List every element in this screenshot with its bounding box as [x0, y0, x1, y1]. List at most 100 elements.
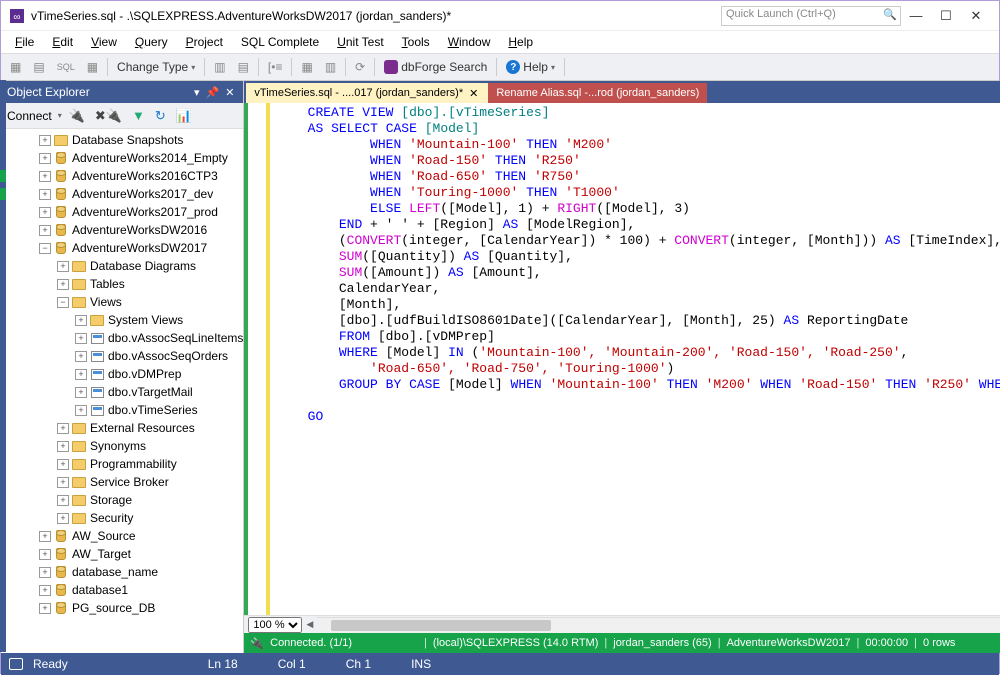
maximize-button[interactable]: ☐	[931, 8, 961, 24]
tb-btn-8[interactable]: ▥	[320, 58, 341, 76]
tree-item-snapshots[interactable]: +Database Snapshots	[1, 131, 243, 149]
tree-item-db[interactable]: +AdventureWorks2016CTP3	[1, 167, 243, 185]
sql-editor[interactable]: CREATE VIEW [dbo].[vTimeSeries] AS SELEC…	[244, 103, 1000, 615]
tb-btn-3[interactable]: ▦	[82, 58, 103, 76]
expand-icon[interactable]: +	[39, 585, 51, 596]
collapse-icon[interactable]: −	[39, 243, 51, 254]
expand-icon[interactable]: +	[39, 549, 51, 560]
tree-item-view[interactable]: +dbo.vTimeSeries	[1, 401, 243, 419]
tree-item-db[interactable]: +database_name	[1, 563, 243, 581]
expand-icon[interactable]: +	[57, 279, 69, 290]
panel-pin-icon[interactable]: 📌	[203, 86, 223, 99]
menu-file[interactable]: File	[7, 33, 42, 51]
tree-item-db[interactable]: +AW_Target	[1, 545, 243, 563]
tab-inactive[interactable]: Rename Alias.sql -...rod (jordan_sanders…	[488, 83, 707, 103]
expand-icon[interactable]: +	[75, 351, 87, 362]
expand-icon[interactable]: +	[39, 207, 51, 218]
tree-item-views[interactable]: −Views	[1, 293, 243, 311]
expand-icon[interactable]: +	[39, 171, 51, 182]
expand-icon[interactable]: +	[75, 405, 87, 416]
expand-icon[interactable]: +	[57, 513, 69, 524]
tree-item-view[interactable]: +dbo.vTargetMail	[1, 383, 243, 401]
expand-icon[interactable]: +	[75, 369, 87, 380]
menu-help[interactable]: Help	[500, 33, 541, 51]
expand-icon[interactable]: +	[39, 531, 51, 542]
expand-icon[interactable]: +	[39, 225, 51, 236]
menu-unittest[interactable]: Unit Test	[329, 33, 391, 51]
menu-query[interactable]: Query	[127, 33, 176, 51]
tb-btn-1[interactable]: ▦	[5, 58, 26, 76]
expand-icon[interactable]: +	[75, 333, 87, 344]
tb-btn-5[interactable]: ▤	[233, 58, 254, 76]
collapse-icon[interactable]: −	[57, 297, 69, 308]
expand-icon[interactable]: +	[39, 603, 51, 614]
tree-item-db[interactable]: +AdventureWorks2017_dev	[1, 185, 243, 203]
tb-btn-6[interactable]: [•≡	[263, 58, 288, 76]
connect-activity-icon[interactable]: 📊	[173, 106, 195, 126]
menu-project[interactable]: Project	[178, 33, 231, 51]
expand-icon[interactable]: +	[39, 189, 51, 200]
tree-item[interactable]: +Programmability	[1, 455, 243, 473]
expand-icon[interactable]: +	[57, 495, 69, 506]
chevron-left-icon[interactable]: ◀	[306, 619, 313, 630]
expand-icon[interactable]: +	[57, 423, 69, 434]
tree-item-db-expanded[interactable]: −AdventureWorksDW2017	[1, 239, 243, 257]
tree-item-db[interactable]: +AdventureWorksDW2016	[1, 221, 243, 239]
menu-window[interactable]: Window	[440, 33, 499, 51]
expand-icon[interactable]: +	[39, 153, 51, 164]
tree-item-db[interactable]: +database1	[1, 581, 243, 599]
tree-item[interactable]: +Service Broker	[1, 473, 243, 491]
database-icon	[56, 206, 66, 218]
tree-item-view[interactable]: +dbo.vAssocSeqLineItems	[1, 329, 243, 347]
menu-view[interactable]: View	[83, 33, 125, 51]
connect-label[interactable]: Connect	[5, 107, 54, 125]
tb-btn-4[interactable]: ▥	[209, 58, 230, 76]
help-dropdown[interactable]: ? Help ▾	[501, 58, 560, 76]
expand-icon[interactable]: +	[75, 315, 87, 326]
tree-item-view[interactable]: +dbo.vDMPrep	[1, 365, 243, 383]
statusbar: Ready Ln 18 Col 1 Ch 1 INS	[1, 653, 999, 675]
tree-item[interactable]: +Security	[1, 509, 243, 527]
expand-icon[interactable]: +	[57, 441, 69, 452]
expand-icon[interactable]: +	[39, 567, 51, 578]
tab-active[interactable]: vTimeSeries.sql - ....017 (jordan_sander…	[246, 83, 488, 103]
panel-dropdown-icon[interactable]: ▾	[191, 86, 203, 99]
expand-icon[interactable]: +	[57, 477, 69, 488]
horizontal-scrollbar[interactable]	[317, 617, 1000, 633]
tree-item-db[interactable]: +AdventureWorks2014_Empty	[1, 149, 243, 167]
tree-item-view[interactable]: +dbo.vAssocSeqOrders	[1, 347, 243, 365]
tree-item[interactable]: +External Resources	[1, 419, 243, 437]
zoom-select[interactable]: 100 %	[248, 617, 302, 633]
connect-disconnect-icon[interactable]: ✖🔌	[92, 106, 125, 126]
connect-filter2-icon[interactable]: ▼	[129, 106, 148, 125]
tree-item[interactable]: +Storage	[1, 491, 243, 509]
change-type-dropdown[interactable]: Change Type ▾	[112, 58, 200, 76]
expand-icon[interactable]: +	[57, 261, 69, 272]
menu-sqlcomplete[interactable]: SQL Complete	[233, 33, 327, 51]
object-explorer-tree[interactable]: +Database Snapshots +AdventureWorks2014_…	[1, 129, 243, 653]
tb-sql-icon[interactable]: SQL	[52, 60, 80, 74]
tree-item[interactable]: +Tables	[1, 275, 243, 293]
connect-refresh-icon[interactable]: ↻	[152, 106, 169, 126]
tb-btn-7[interactable]: ▦	[296, 58, 317, 76]
menu-tools[interactable]: Tools	[394, 33, 438, 51]
connect-filter-icon[interactable]: 🔌	[66, 106, 88, 126]
tree-item[interactable]: +Synonyms	[1, 437, 243, 455]
tab-close-icon[interactable]: ✕	[467, 87, 480, 100]
tree-item-db[interactable]: +AW_Source	[1, 527, 243, 545]
expand-icon[interactable]: +	[57, 459, 69, 470]
minimize-button[interactable]: —	[901, 8, 931, 23]
tree-item-db[interactable]: +AdventureWorks2017_prod	[1, 203, 243, 221]
menu-edit[interactable]: Edit	[44, 33, 81, 51]
panel-close-icon[interactable]: ✕	[222, 86, 237, 99]
tree-item[interactable]: +System Views	[1, 311, 243, 329]
tb-btn-2[interactable]: ▤	[28, 58, 49, 76]
tree-item[interactable]: +Database Diagrams	[1, 257, 243, 275]
expand-icon[interactable]: +	[75, 387, 87, 398]
tb-refresh-icon[interactable]: ⟳	[350, 58, 370, 76]
dbforge-search-button[interactable]: dbForge Search	[379, 58, 492, 76]
close-button[interactable]: ✕	[961, 8, 991, 24]
expand-icon[interactable]: +	[39, 135, 51, 146]
tree-item-db[interactable]: +PG_source_DB	[1, 599, 243, 617]
quick-launch-input[interactable]: Quick Launch (Ctrl+Q)	[721, 6, 901, 26]
